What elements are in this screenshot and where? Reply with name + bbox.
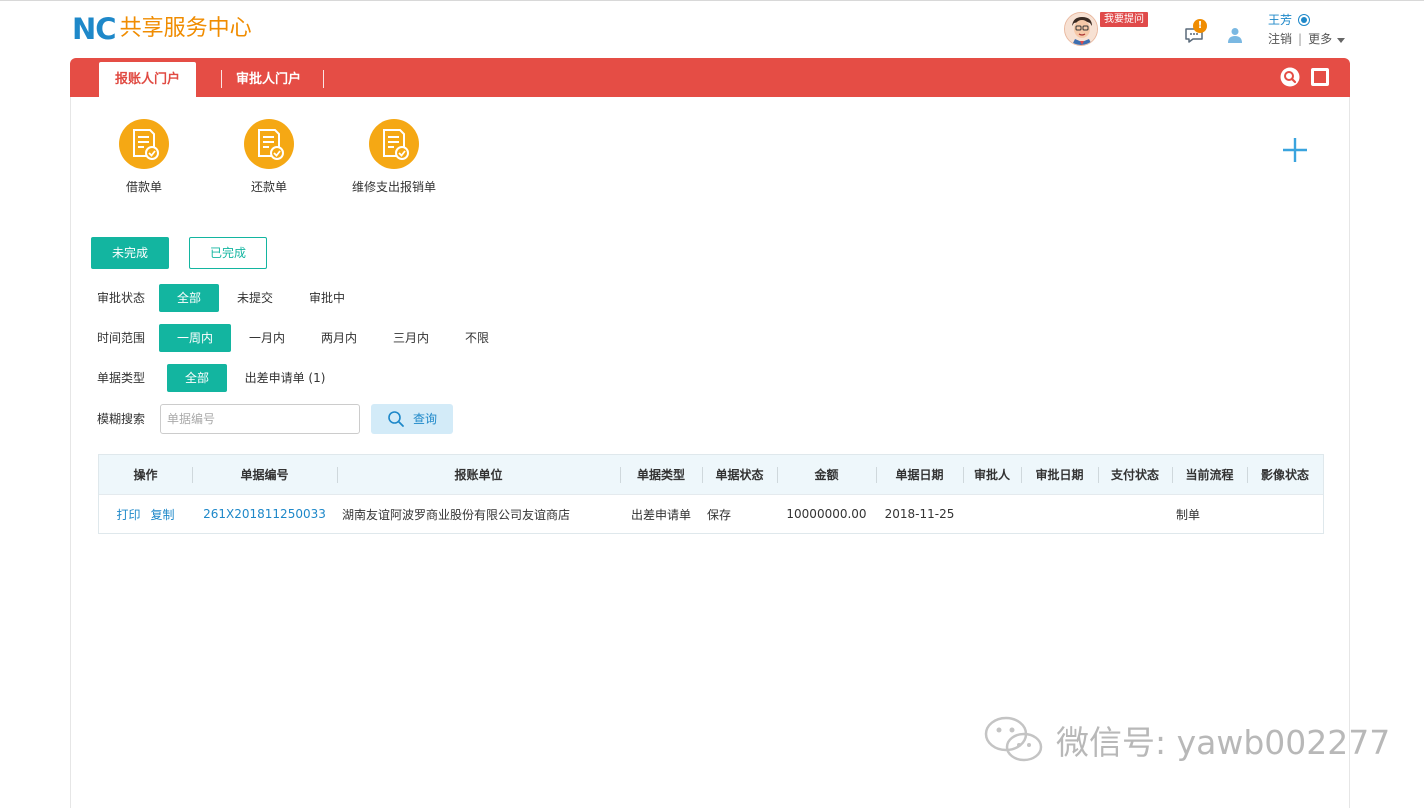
quick-action-repayment[interactable]: 还款单 bbox=[214, 119, 324, 195]
wechat-icon bbox=[984, 716, 1043, 762]
doc-number-link[interactable]: 261X201811250033 bbox=[203, 507, 326, 521]
doc-date-cell: 2018-11-25 bbox=[884, 507, 955, 521]
approve-date-cell bbox=[1021, 495, 1098, 533]
column-header: 支付状态 bbox=[1098, 455, 1172, 494]
column-header-label: 影像状态 bbox=[1260, 468, 1309, 482]
time-range-option-three-months[interactable]: 三月内 bbox=[383, 324, 439, 352]
column-header-label: 单据状态 bbox=[715, 468, 764, 482]
column-header: 单据编号 bbox=[192, 455, 337, 494]
doc-type-option-travel-request[interactable]: 出差申请单 (1) bbox=[239, 364, 331, 392]
table-row[interactable]: 打印 复制 261X201811250033 湖南友谊阿波罗商业股份有限公司友谊… bbox=[99, 495, 1323, 533]
doc-type-option-all[interactable]: 全部 bbox=[167, 364, 227, 392]
column-header-label: 单据日期 bbox=[895, 468, 944, 482]
quick-action-label[interactable]: 维修支出报销单 bbox=[339, 179, 449, 195]
column-header-label: 金额 bbox=[814, 468, 839, 482]
user-links: 注销 | 更多 bbox=[1268, 31, 1346, 47]
nav-divider bbox=[323, 70, 324, 88]
column-header: 单据状态 bbox=[702, 455, 777, 494]
chevron-down-icon[interactable] bbox=[1337, 37, 1346, 43]
print-link[interactable]: 打印 bbox=[116, 506, 140, 523]
column-header: 报账单位 bbox=[337, 455, 620, 494]
top-border bbox=[0, 0, 1424, 1]
doc-type-label: 单据类型 bbox=[97, 371, 146, 385]
column-header: 影像状态 bbox=[1247, 455, 1323, 494]
online-status-icon bbox=[1298, 14, 1311, 26]
doc-number-cell: 261X201811250033 bbox=[192, 495, 337, 533]
message-count-badge: ! bbox=[1193, 19, 1207, 33]
portal-nav-bar: 报账人门户 审批人门户 bbox=[70, 58, 1350, 97]
current-flow-cell: 制单 bbox=[1176, 507, 1201, 522]
column-header-label: 单据类型 bbox=[636, 468, 685, 482]
more-menu[interactable]: 更多 bbox=[1308, 31, 1332, 47]
documents-table: 操作 单据编号 报账单位 单据类型 单据状态 金额 单据日期 审批人 审批日期 … bbox=[98, 454, 1324, 534]
time-range-option-week[interactable]: 一周内 bbox=[159, 324, 231, 352]
tab-submitter-portal[interactable]: 报账人门户 bbox=[99, 62, 196, 97]
column-header: 当前流程 bbox=[1172, 455, 1247, 494]
pay-status-cell bbox=[1098, 495, 1172, 533]
table-header: 操作 单据编号 报账单位 单据类型 单据状态 金额 单据日期 审批人 审批日期 … bbox=[99, 455, 1323, 495]
unit-cell: 湖南友谊阿波罗商业股份有限公司友谊商店 bbox=[342, 507, 571, 522]
column-header: 单据类型 bbox=[620, 455, 702, 494]
quick-action-repair-expense[interactable]: 维修支出报销单 bbox=[339, 119, 449, 195]
column-header: 审批人 bbox=[963, 455, 1021, 494]
column-header: 审批日期 bbox=[1021, 455, 1098, 494]
column-header-label: 审批人 bbox=[973, 468, 1010, 482]
column-header-label: 审批日期 bbox=[1035, 468, 1084, 482]
logout-link[interactable]: 注销 bbox=[1268, 31, 1292, 47]
time-range-option-month[interactable]: 一月内 bbox=[239, 324, 295, 352]
logo-mark: NC bbox=[72, 12, 117, 46]
copy-link[interactable]: 复制 bbox=[151, 506, 175, 523]
search-icon[interactable] bbox=[1280, 67, 1300, 87]
query-button-label[interactable]: 查询 bbox=[413, 404, 437, 434]
column-header-label: 报账单位 bbox=[454, 468, 503, 482]
watermark-text: 微信号: yawb002277 bbox=[1056, 723, 1391, 762]
approval-status-option-in-approval[interactable]: 审批中 bbox=[299, 284, 355, 312]
doc-number-search-input[interactable] bbox=[160, 404, 360, 434]
column-header: 操作 bbox=[133, 468, 158, 482]
approval-status-option-all[interactable]: 全部 bbox=[159, 284, 219, 312]
column-header: 单据日期 bbox=[876, 455, 963, 494]
column-header-label: 支付状态 bbox=[1110, 468, 1159, 482]
time-range-option-two-months[interactable]: 两月内 bbox=[311, 324, 367, 352]
approver-cell bbox=[963, 495, 1021, 533]
quick-action-label[interactable]: 借款单 bbox=[89, 179, 199, 195]
column-header: 金额 bbox=[777, 455, 876, 494]
avatar[interactable] bbox=[1064, 12, 1098, 46]
user-icon[interactable] bbox=[1226, 26, 1244, 44]
fuzzy-search-label: 模糊搜索 bbox=[97, 412, 146, 426]
time-range-label: 时间范围 bbox=[97, 331, 146, 345]
complete-tab-button[interactable]: 已完成 bbox=[189, 237, 267, 269]
row-actions: 打印 复制 bbox=[99, 495, 192, 533]
link-separator: | bbox=[1298, 32, 1303, 46]
avatar-cartoon-icon bbox=[1065, 13, 1097, 45]
column-header-label: 单据编号 bbox=[240, 468, 289, 482]
search-icon bbox=[388, 411, 404, 427]
column-header-label: 当前流程 bbox=[1185, 468, 1234, 482]
tab-approver-portal[interactable]: 审批人门户 bbox=[236, 62, 301, 97]
document-check-icon[interactable] bbox=[119, 119, 169, 169]
doc-type-cell: 出差申请单 bbox=[630, 507, 691, 522]
image-status-cell bbox=[1247, 495, 1323, 533]
approval-status-label: 审批状态 bbox=[97, 291, 146, 305]
doc-status-cell: 保存 bbox=[707, 507, 732, 522]
user-name-text[interactable]: 王芳 bbox=[1268, 12, 1292, 28]
approval-status-option-unsubmitted[interactable]: 未提交 bbox=[227, 284, 283, 312]
time-range-option-unlimited[interactable]: 不限 bbox=[455, 324, 499, 352]
ask-question-badge[interactable]: 我要提问 bbox=[1100, 12, 1148, 27]
quick-action-label[interactable]: 还款单 bbox=[214, 179, 324, 195]
query-button[interactable]: 查询 bbox=[371, 404, 453, 434]
logo-title: 共享服务中心 bbox=[119, 16, 252, 41]
user-name[interactable]: 王芳 bbox=[1268, 12, 1311, 28]
quick-action-loan[interactable]: 借款单 bbox=[89, 119, 199, 195]
add-icon[interactable] bbox=[1282, 137, 1308, 163]
amount-cell: 10000000.00 bbox=[786, 507, 867, 521]
incomplete-tab-button[interactable]: 未完成 bbox=[91, 237, 169, 269]
nav-divider bbox=[221, 70, 222, 88]
document-check-icon[interactable] bbox=[369, 119, 419, 169]
watermark: 微信号: yawb002277 bbox=[982, 712, 1390, 768]
fullscreen-icon[interactable] bbox=[1311, 68, 1329, 86]
logo: NC 共享服务中心 bbox=[72, 12, 252, 46]
main-content: 借款单 还款单 维修支出报销单 未完成 已完成 审批状态 全部 未提交 审批中 … bbox=[70, 97, 1350, 808]
document-check-icon[interactable] bbox=[244, 119, 294, 169]
